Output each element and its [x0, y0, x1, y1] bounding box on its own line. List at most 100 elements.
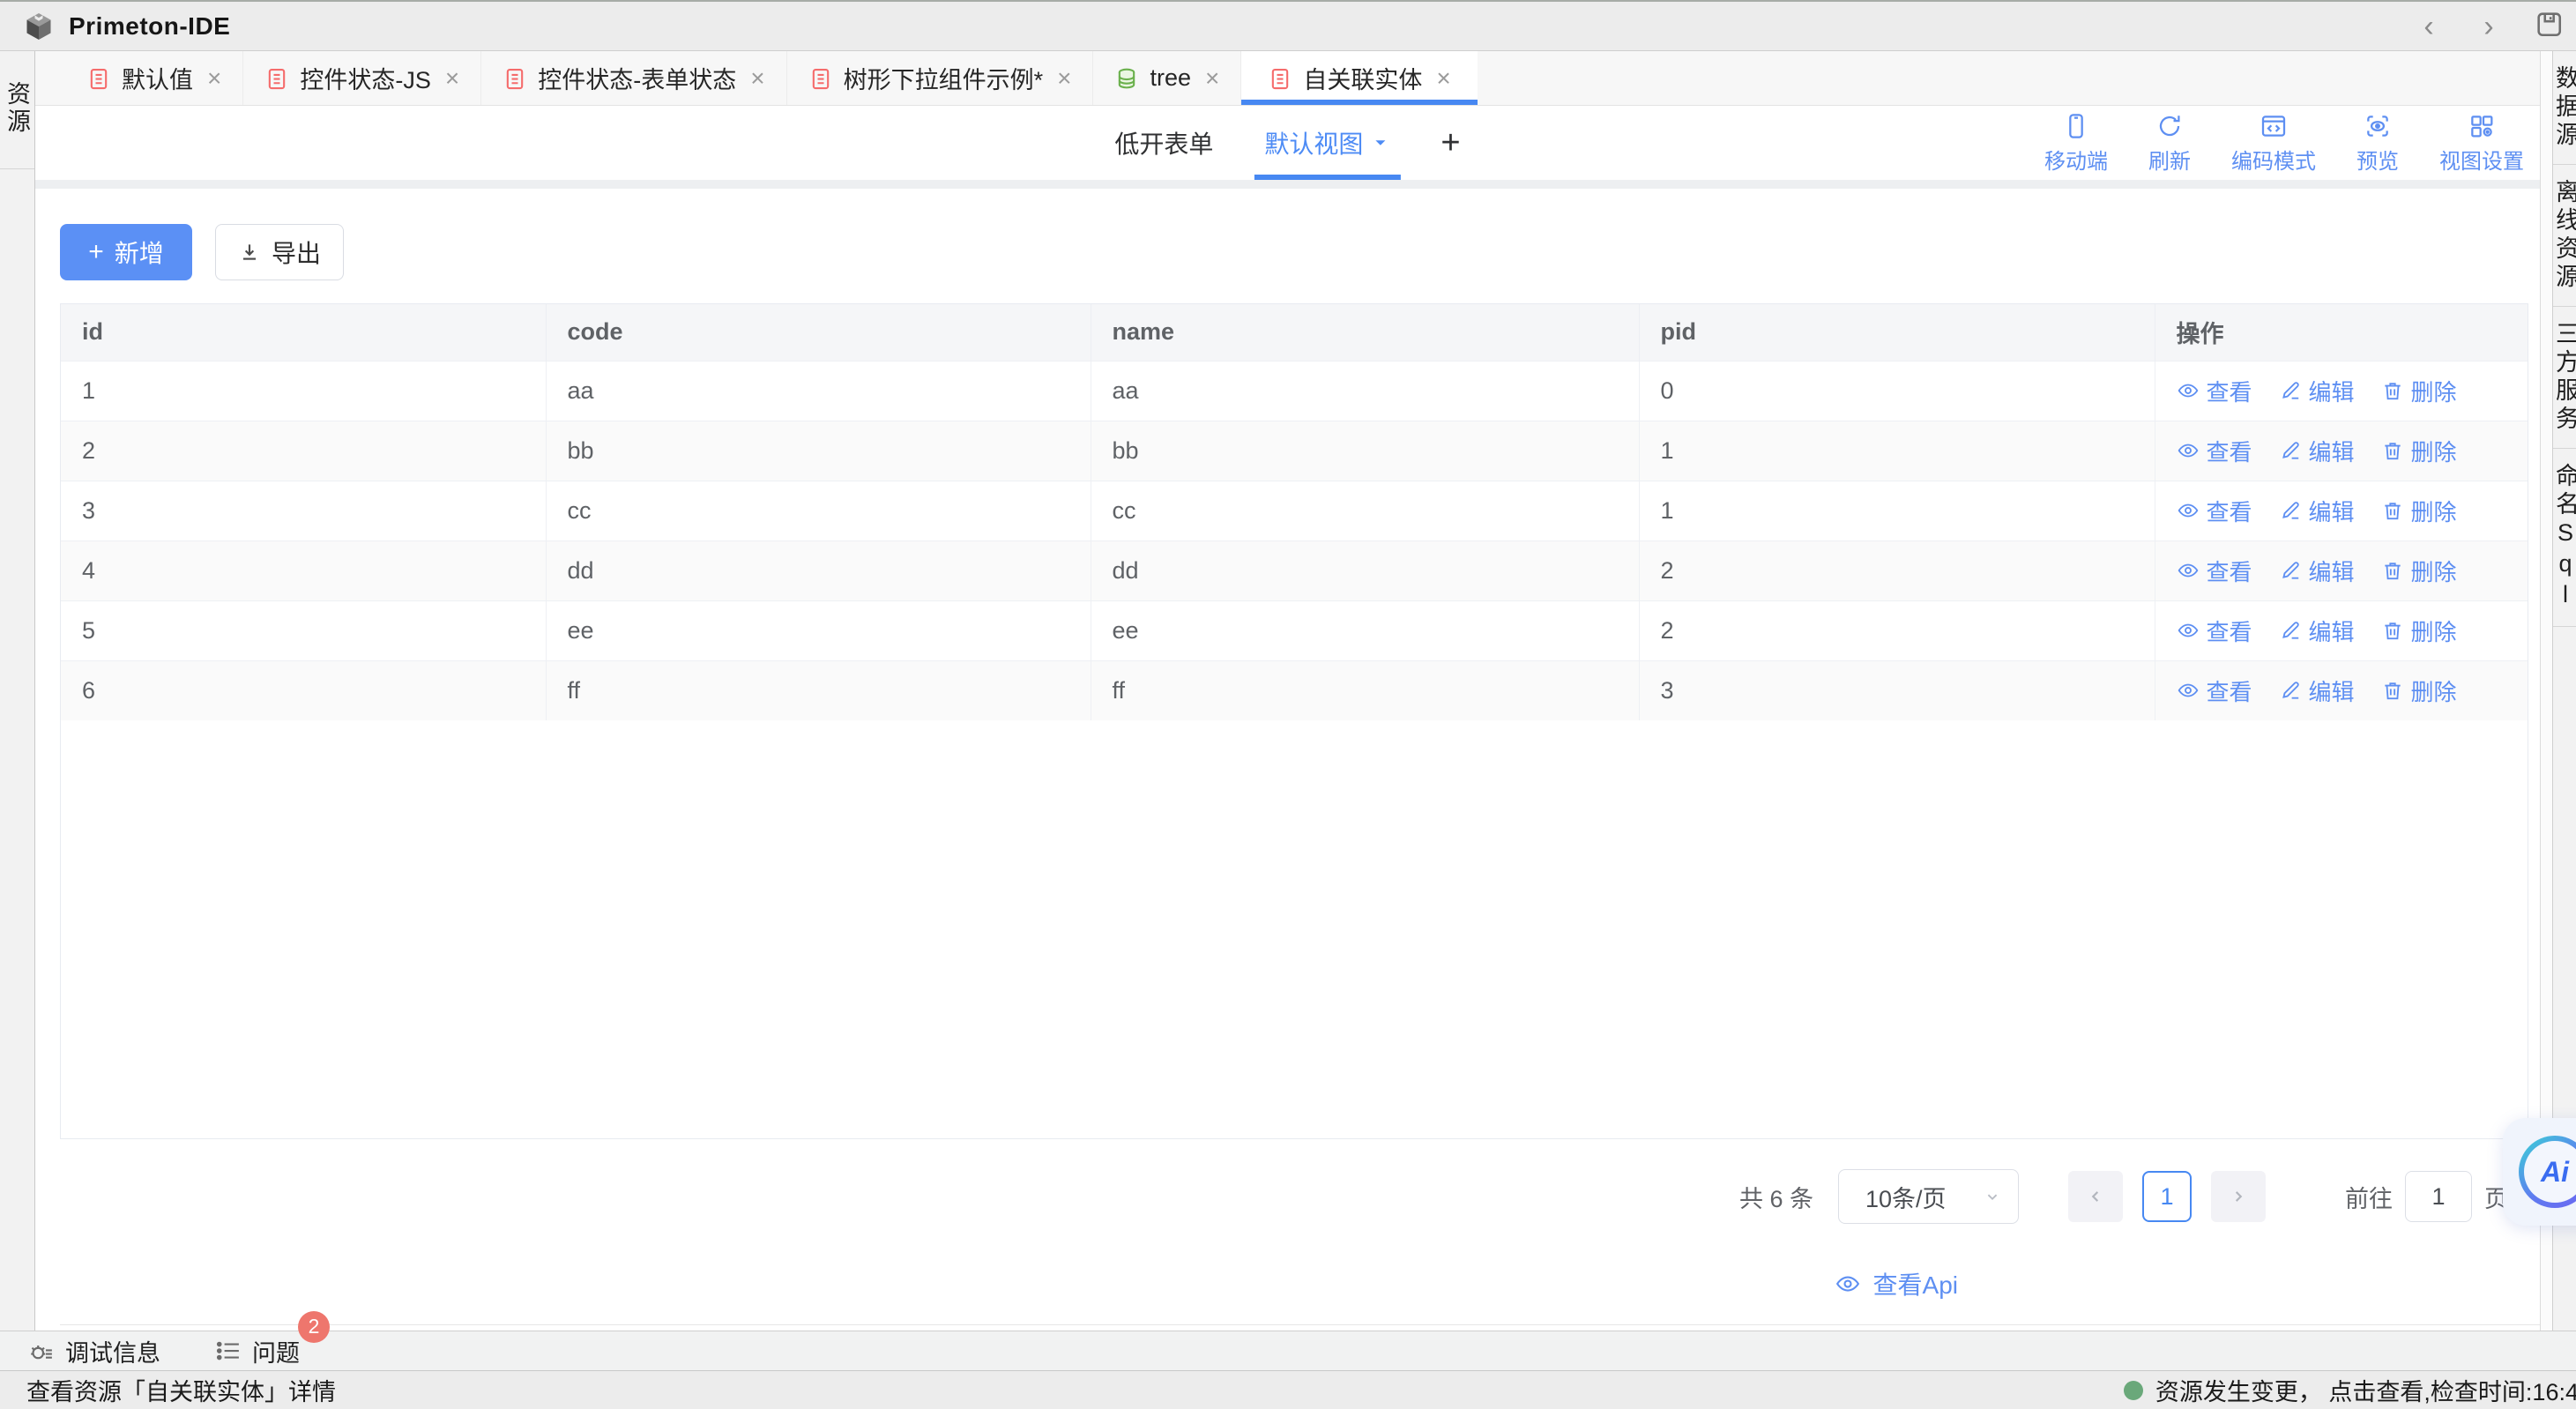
tab-default-view[interactable]: 默认视图 — [1264, 106, 1389, 180]
right-rail-item[interactable]: 离线资源 — [2553, 165, 2576, 307]
pencil-icon — [2279, 679, 2302, 702]
cell-code: bb — [546, 421, 1091, 481]
close-icon[interactable]: × — [207, 66, 221, 91]
tab-low-code-form[interactable]: 低开表单 — [1114, 125, 1213, 160]
cell-name: ff — [1091, 660, 1639, 720]
tab-control-state-js[interactable]: 控件状态-JS × — [243, 51, 481, 105]
debug-info-button[interactable]: 调试信息 — [28, 1334, 160, 1368]
delete-row-link[interactable]: 删除 — [2381, 375, 2457, 407]
view-api-label: 查看Api — [1873, 1266, 1958, 1301]
cell-id: 4 — [61, 540, 546, 600]
trash-icon — [2381, 679, 2404, 702]
tab-tree[interactable]: tree × — [1093, 51, 1241, 105]
cell-actions: 查看 编辑 删除 — [2155, 421, 2528, 481]
chevron-left-icon — [2086, 1187, 2105, 1206]
delete-row-link[interactable]: 删除 — [2381, 435, 2457, 467]
edit-row-link[interactable]: 编辑 — [2279, 375, 2355, 407]
cell-actions: 查看 编辑 删除 — [2155, 481, 2528, 540]
form-icon — [86, 66, 111, 91]
delete-row-link[interactable]: 删除 — [2381, 675, 2457, 707]
tab-default-value[interactable]: 默认值 × — [65, 51, 243, 105]
close-icon[interactable]: × — [1057, 66, 1071, 91]
view-row-link[interactable]: 查看 — [2177, 495, 2252, 527]
delete-row-link[interactable]: 删除 — [2381, 615, 2457, 647]
view-api-link[interactable]: 查看Api — [1835, 1266, 1958, 1301]
table-row: 6 ff ff 3 查看 编辑 删除 — [61, 660, 2528, 720]
cell-actions: 查看 编辑 删除 — [2155, 361, 2528, 421]
form-icon — [1268, 66, 1292, 91]
delete-row-link[interactable]: 删除 — [2381, 495, 2457, 527]
view-row-link[interactable]: 查看 — [2177, 555, 2252, 587]
view-settings-button[interactable]: 视图设置 — [2439, 112, 2524, 175]
nav-back-icon[interactable]: ‹ — [2414, 11, 2444, 41]
tab-label: 默认值 — [122, 61, 193, 95]
column-header-code: code — [546, 304, 1091, 361]
cell-name: aa — [1091, 361, 1639, 421]
mobile-button[interactable]: 移动端 — [2044, 112, 2108, 175]
view-row-link[interactable]: 查看 — [2177, 615, 2252, 647]
cell-pid: 2 — [1639, 600, 2155, 660]
cell-pid: 1 — [1639, 481, 2155, 540]
ai-assistant-button[interactable]: Ai — [2503, 1118, 2576, 1226]
cell-code: dd — [546, 540, 1091, 600]
resource-change-notice[interactable]: 资源发生变更， 点击查看,检查时间:16:46 — [2124, 1371, 2576, 1409]
view-settings-label: 视图设置 — [2439, 144, 2524, 175]
right-rail-item[interactable]: 数据源 — [2553, 51, 2576, 165]
page-number-current[interactable]: 1 — [2142, 1171, 2192, 1222]
close-icon[interactable]: × — [1205, 66, 1219, 91]
view-row-link[interactable]: 查看 — [2177, 375, 2252, 407]
right-rail-item[interactable]: 命名Sql — [2553, 449, 2576, 627]
refresh-button[interactable]: 刷新 — [2148, 112, 2191, 175]
close-icon[interactable]: × — [750, 66, 764, 91]
cell-id: 5 — [61, 600, 546, 660]
view-settings-icon — [2468, 112, 2496, 140]
edit-row-link[interactable]: 编辑 — [2279, 435, 2355, 467]
view-row-link[interactable]: 查看 — [2177, 675, 2252, 707]
edit-row-link[interactable]: 编辑 — [2279, 615, 2355, 647]
form-icon — [264, 66, 289, 91]
edit-row-link[interactable]: 编辑 — [2279, 495, 2355, 527]
database-icon — [1114, 66, 1139, 91]
editor-tab-bar: 默认值 × 控件状态-JS × 控件状态-表单状态 × 树形下拉组件示例* × — [35, 51, 2540, 106]
debug-bug-icon — [28, 1338, 55, 1364]
tab-label: 树形下拉组件示例* — [844, 61, 1044, 95]
close-icon[interactable]: × — [445, 66, 459, 91]
cell-name: ee — [1091, 600, 1639, 660]
column-header-actions: 操作 — [2155, 304, 2528, 361]
close-icon[interactable]: × — [1436, 66, 1450, 91]
tab-self-related-entity[interactable]: 自关联实体 × — [1241, 51, 1477, 105]
add-button-label: 新增 — [115, 235, 164, 270]
mobile-icon — [2062, 112, 2090, 140]
page-size-select[interactable]: 10条/页 — [1838, 1169, 2019, 1224]
export-button[interactable]: 导出 — [215, 224, 344, 280]
pencil-icon — [2279, 559, 2302, 582]
cell-name: bb — [1091, 421, 1639, 481]
add-button[interactable]: + 新增 — [60, 224, 192, 280]
default-view-label: 默认视图 — [1264, 125, 1363, 160]
right-rail-item[interactable]: 三方服务 — [2553, 307, 2576, 449]
problems-button[interactable]: 问题 2 — [215, 1334, 300, 1368]
view-row-link[interactable]: 查看 — [2177, 435, 2252, 467]
tab-label: 控件状态-表单状态 — [538, 61, 736, 95]
table-row: 5 ee ee 2 查看 编辑 删除 — [61, 600, 2528, 660]
edit-row-link[interactable]: 编辑 — [2279, 675, 2355, 707]
prev-page-button[interactable] — [2068, 1171, 2123, 1222]
nav-forward-icon[interactable]: › — [2474, 11, 2504, 41]
download-icon — [238, 241, 261, 264]
code-mode-button[interactable]: 编码模式 — [2231, 112, 2316, 175]
preview-button[interactable]: 预览 — [2356, 112, 2399, 175]
goto-page-input[interactable] — [2405, 1171, 2472, 1222]
edit-row-link[interactable]: 编辑 — [2279, 555, 2355, 587]
export-button-label: 导出 — [272, 235, 321, 270]
sidebar-item-resources[interactable]: 资源 — [0, 51, 34, 169]
delete-row-link[interactable]: 删除 — [2381, 555, 2457, 587]
tab-control-state-form[interactable]: 控件状态-表单状态 × — [481, 51, 786, 105]
status-dot-icon — [2124, 1381, 2143, 1400]
save-icon[interactable] — [2534, 9, 2564, 43]
mobile-label: 移动端 — [2044, 144, 2108, 175]
refresh-icon — [2155, 112, 2184, 140]
add-view-button[interactable]: + — [1441, 124, 1460, 162]
tab-tree-dropdown-example[interactable]: 树形下拉组件示例* × — [787, 51, 1094, 105]
eye-icon — [2177, 559, 2200, 582]
next-page-button[interactable] — [2211, 1171, 2266, 1222]
